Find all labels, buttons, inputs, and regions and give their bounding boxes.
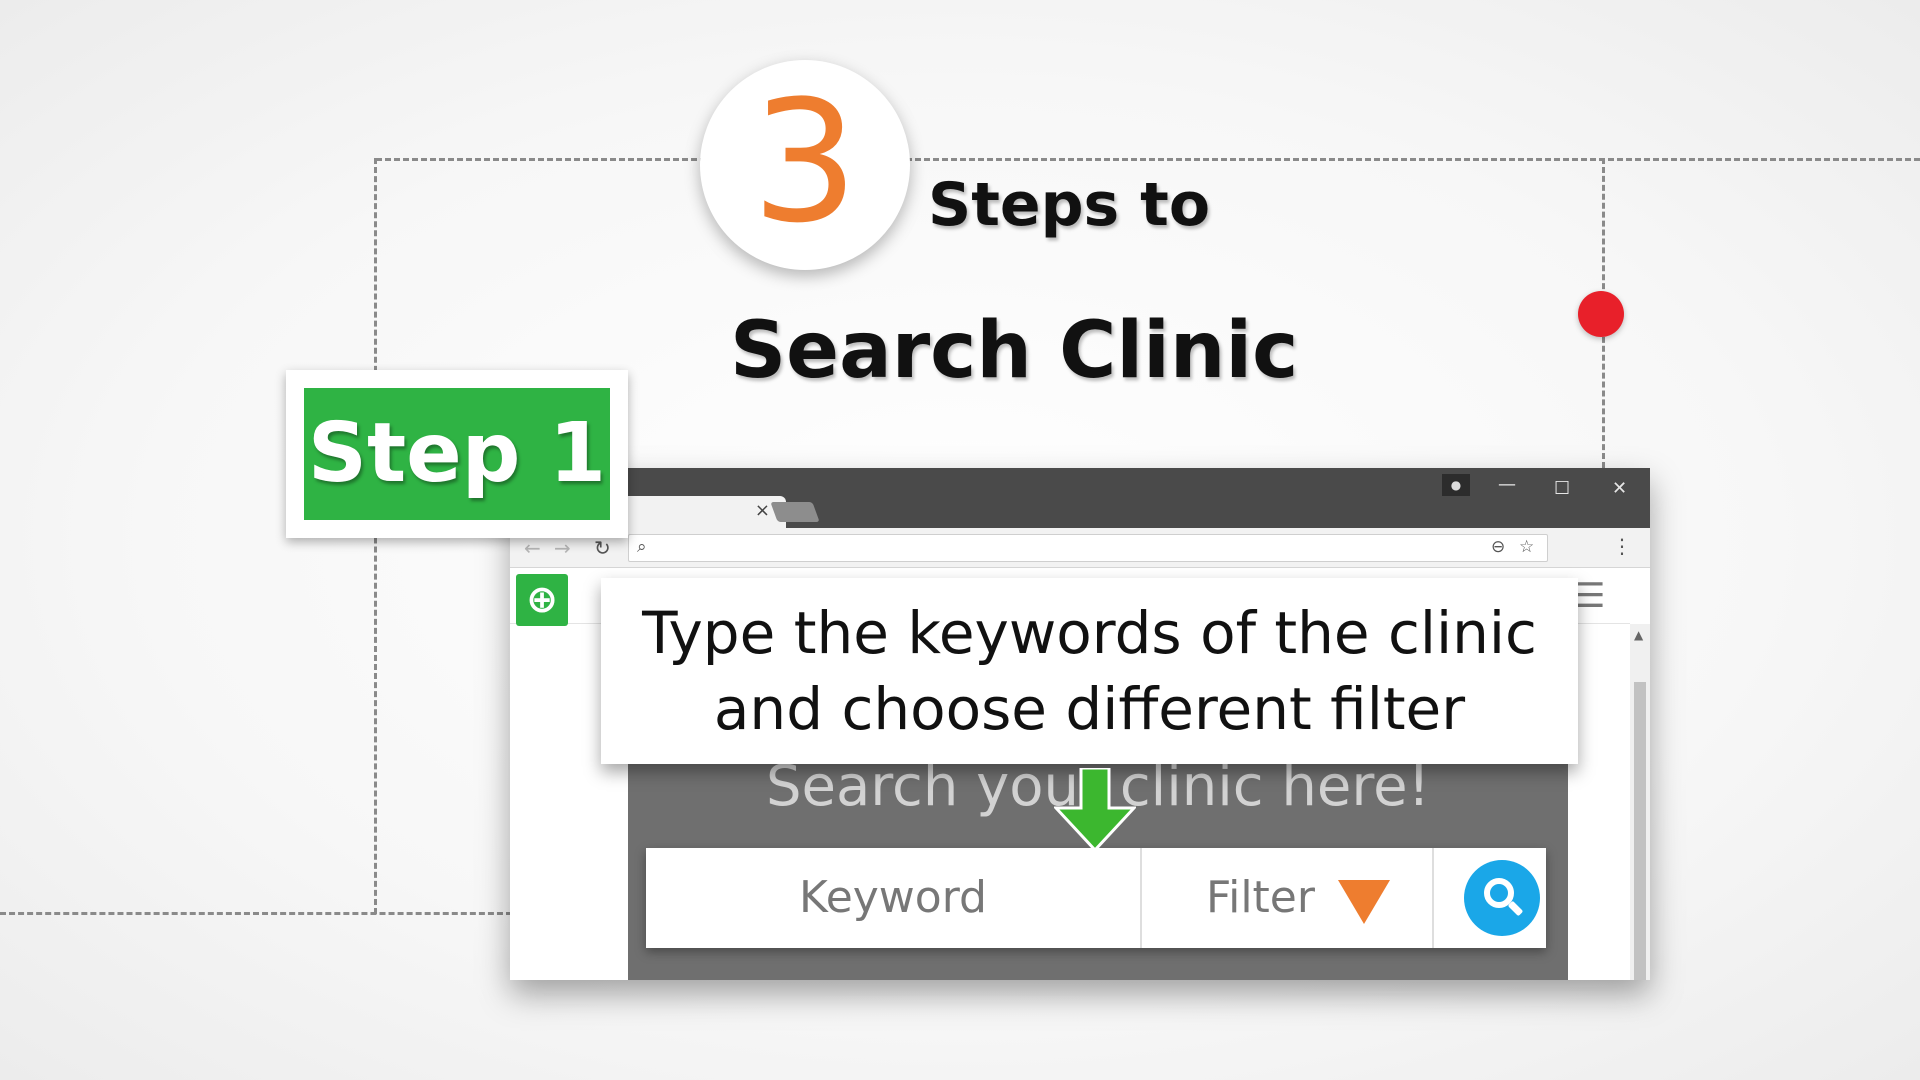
zoom-icon[interactable]: ⊖: [1491, 537, 1505, 557]
hamburger-icon[interactable]: ☰: [1575, 576, 1605, 616]
red-marker-dot: [1578, 291, 1624, 337]
search-button[interactable]: [1464, 860, 1540, 936]
browser-titlebar: × ● — ☐ ✕: [510, 468, 1650, 528]
scroll-up-icon[interactable]: ▲: [1634, 628, 1643, 642]
page-title: Search Clinic: [730, 306, 1299, 396]
clinic-search-bar: Keyword Filter: [646, 848, 1546, 948]
callout-line-2: and choose different filter: [713, 675, 1466, 743]
clinic-logo-icon[interactable]: ⊕: [516, 574, 568, 626]
instruction-callout: Type the keywords of the clinic and choo…: [601, 578, 1578, 764]
filter-label: Filter: [1206, 872, 1315, 923]
reload-icon[interactable]: ↻: [594, 536, 611, 560]
callout-line-1: Type the keywords of the clinic: [642, 599, 1537, 667]
step-count-circle: 3: [700, 60, 910, 270]
scroll-thumb[interactable]: [1634, 682, 1646, 980]
scrollbar[interactable]: ▲: [1630, 624, 1650, 980]
address-bar[interactable]: ⌕ ⊖ ☆: [628, 534, 1548, 562]
title-line-1: Steps to: [928, 170, 1211, 240]
star-icon[interactable]: ☆: [1519, 537, 1534, 557]
step-badge: Step 1: [286, 370, 628, 538]
close-window-button[interactable]: ✕: [1612, 478, 1627, 499]
dropdown-arrow-icon: [1338, 880, 1390, 924]
search-icon: ⌕: [637, 537, 647, 557]
forward-icon[interactable]: →: [554, 536, 571, 560]
maximize-button[interactable]: ☐: [1554, 478, 1570, 499]
guide-line-top-right: [906, 158, 1920, 161]
browser-toolbar: ← → ↻ ⌕ ⊖ ☆ ⋮: [510, 528, 1650, 568]
filter-dropdown[interactable]: Filter: [1142, 848, 1434, 948]
back-icon[interactable]: ←: [524, 536, 541, 560]
menu-dots-icon[interactable]: ⋮: [1612, 534, 1632, 558]
profile-icon[interactable]: ●: [1442, 474, 1470, 496]
step-count-number: 3: [751, 64, 859, 260]
tab-close-icon[interactable]: ×: [755, 500, 770, 521]
down-arrow-icon: [1054, 768, 1136, 852]
minimize-button[interactable]: —: [1498, 474, 1516, 495]
step-label: Step 1: [304, 388, 610, 520]
new-tab-button[interactable]: [770, 502, 820, 522]
guide-line-top: [376, 158, 706, 161]
keyword-input[interactable]: Keyword: [646, 848, 1142, 948]
guide-line-bottom: [0, 912, 512, 915]
